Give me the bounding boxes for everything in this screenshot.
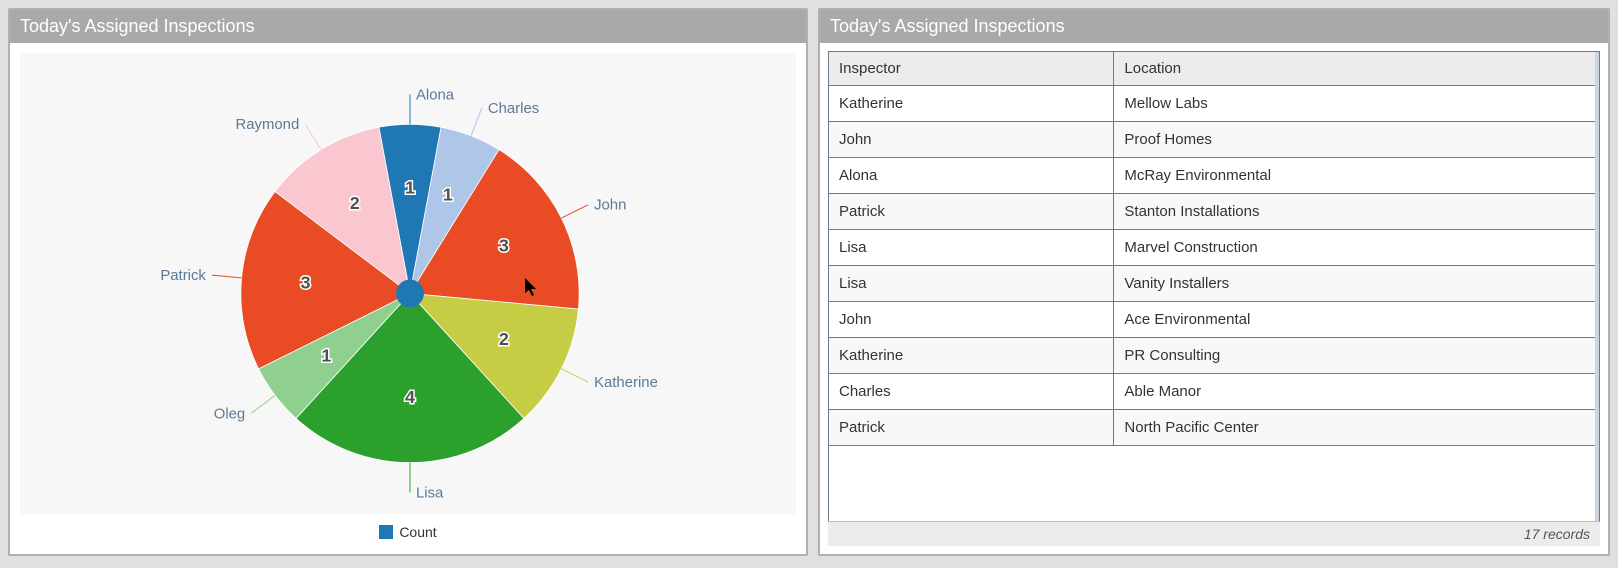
- slice-label: Charles: [488, 100, 539, 117]
- table-row[interactable]: PatrickNorth Pacific Center: [829, 410, 1599, 446]
- inspections-table-wrap: Inspector Location KatherineMellow LabsJ…: [828, 51, 1600, 521]
- slice-label: Oleg: [214, 405, 246, 422]
- table-header-row: Inspector Location: [829, 52, 1599, 86]
- table-row[interactable]: PatrickStanton Installations: [829, 194, 1599, 230]
- table-row[interactable]: KatherineMellow Labs: [829, 86, 1599, 122]
- cell-inspector: Patrick: [829, 410, 1114, 446]
- cell-inspector: John: [829, 122, 1114, 158]
- slice-value: 3: [499, 235, 509, 255]
- chart-panel-body: 11Alona11Charles33John22Katherine44Lisa1…: [10, 43, 806, 554]
- slice-label: Raymond: [235, 116, 299, 133]
- cell-inspector: Lisa: [829, 266, 1114, 302]
- cell-location: Vanity Installers: [1114, 266, 1599, 302]
- cell-location: McRay Environmental: [1114, 158, 1599, 194]
- cell-inspector: Katherine: [829, 338, 1114, 374]
- col-header-inspector[interactable]: Inspector: [829, 52, 1114, 86]
- slice-value: 4: [405, 387, 415, 407]
- cell-inspector: Alona: [829, 158, 1114, 194]
- cursor-icon: [525, 278, 541, 298]
- table-row[interactable]: JohnAce Environmental: [829, 302, 1599, 338]
- cell-location: Ace Environmental: [1114, 302, 1599, 338]
- table-row[interactable]: KatherinePR Consulting: [829, 338, 1599, 374]
- cell-location: Marvel Construction: [1114, 230, 1599, 266]
- slice-value: 2: [499, 329, 509, 349]
- pie-chart-svg: 11Alona11Charles33John22Katherine44Lisa1…: [20, 53, 796, 514]
- dashboard-layout: Today's Assigned Inspections 11Alona11Ch…: [8, 8, 1610, 556]
- table-row[interactable]: LisaMarvel Construction: [829, 230, 1599, 266]
- legend-swatch-icon: [379, 525, 393, 539]
- table-panel-body: Inspector Location KatherineMellow LabsJ…: [820, 43, 1608, 554]
- cell-location: North Pacific Center: [1114, 410, 1599, 446]
- slice-label: Lisa: [416, 484, 444, 501]
- slice-value: 1: [321, 345, 331, 365]
- leader-line: [561, 369, 588, 382]
- slice-label: John: [594, 197, 626, 214]
- leader-line: [251, 395, 275, 413]
- slice-value: 2: [350, 193, 360, 213]
- table-row[interactable]: CharlesAble Manor: [829, 374, 1599, 410]
- table-row[interactable]: AlonaMcRay Environmental: [829, 158, 1599, 194]
- cell-location: Proof Homes: [1114, 122, 1599, 158]
- slice-value: 1: [405, 177, 415, 197]
- slice-value: 1: [443, 184, 453, 204]
- cell-inspector: Katherine: [829, 86, 1114, 122]
- cell-inspector: Patrick: [829, 194, 1114, 230]
- slice-label: Katherine: [594, 374, 658, 391]
- cell-inspector: Charles: [829, 374, 1114, 410]
- scrollbar[interactable]: [1595, 52, 1599, 521]
- cell-inspector: John: [829, 302, 1114, 338]
- table-row[interactable]: LisaVanity Installers: [829, 266, 1599, 302]
- cell-location: Mellow Labs: [1114, 86, 1599, 122]
- chart-panel-title: Today's Assigned Inspections: [10, 10, 806, 43]
- col-header-location[interactable]: Location: [1114, 52, 1599, 86]
- table-scroll[interactable]: Inspector Location KatherineMellow LabsJ…: [829, 52, 1599, 521]
- slice-label: Alona: [416, 86, 455, 103]
- cell-inspector: Lisa: [829, 230, 1114, 266]
- cell-location: PR Consulting: [1114, 338, 1599, 374]
- inspections-table: Inspector Location KatherineMellow LabsJ…: [829, 52, 1599, 446]
- pie-center-hub: [396, 280, 424, 308]
- leader-line: [305, 124, 321, 149]
- leader-line: [471, 108, 482, 136]
- table-footer: 17 records: [828, 521, 1600, 546]
- table-panel-title: Today's Assigned Inspections: [820, 10, 1608, 43]
- leader-line: [561, 205, 588, 218]
- pie-chart[interactable]: 11Alona11Charles33John22Katherine44Lisa1…: [20, 53, 796, 514]
- table-panel: Today's Assigned Inspections Inspector L…: [818, 8, 1610, 556]
- legend-label: Count: [399, 524, 436, 540]
- slice-label: Patrick: [160, 267, 206, 284]
- leader-line: [212, 275, 242, 278]
- slice-value: 3: [301, 273, 311, 293]
- cell-location: Stanton Installations: [1114, 194, 1599, 230]
- table-row[interactable]: JohnProof Homes: [829, 122, 1599, 158]
- chart-panel: Today's Assigned Inspections 11Alona11Ch…: [8, 8, 808, 556]
- chart-legend: Count: [20, 514, 796, 544]
- cell-location: Able Manor: [1114, 374, 1599, 410]
